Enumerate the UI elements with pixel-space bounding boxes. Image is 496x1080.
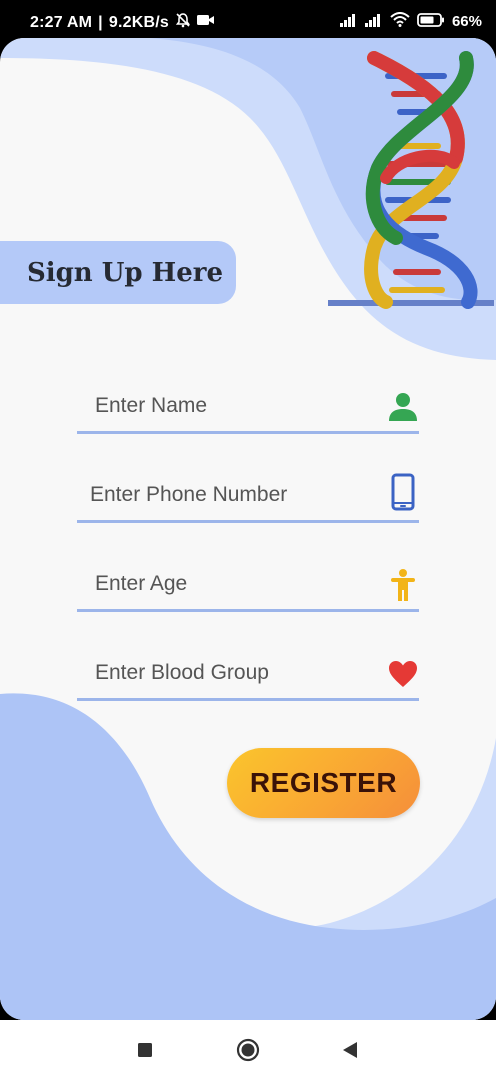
recents-square-icon[interactable]: [132, 1037, 158, 1063]
age-field: [77, 563, 419, 612]
status-left: 2:27 AM | 9.2KB/s: [30, 12, 215, 33]
phone-input[interactable]: [90, 476, 370, 514]
signal-icon: [339, 13, 358, 31]
blood-group-input[interactable]: [95, 654, 375, 692]
phone-icon: [387, 473, 419, 511]
battery-icon: [417, 12, 445, 31]
age-input[interactable]: [95, 565, 375, 603]
wifi-icon: [390, 12, 410, 31]
navigation-bar: [0, 1020, 496, 1080]
phone-field: [77, 473, 419, 523]
name-field: [77, 385, 419, 434]
back-triangle-icon[interactable]: [337, 1037, 363, 1063]
page-title: Sign Up Here: [26, 257, 224, 288]
mute-alarm-icon: [175, 12, 191, 33]
register-button[interactable]: REGISTER: [227, 748, 420, 818]
signal-icon: [364, 13, 383, 31]
app-screen: Sign Up Here REGISTER: [0, 38, 496, 1020]
home-circle-icon[interactable]: [235, 1037, 261, 1063]
status-bar: 2:27 AM | 9.2KB/s 66%: [0, 0, 496, 42]
video-camera-icon: [196, 13, 215, 32]
dna-illustration-icon: [328, 51, 494, 309]
status-right: 66%: [339, 12, 482, 31]
person-icon: [387, 389, 419, 425]
status-time: 2:27 AM: [30, 13, 93, 31]
blood-group-field: [77, 652, 419, 701]
battery-percent: 66%: [451, 13, 482, 30]
child-figure-icon: [387, 567, 419, 603]
status-separator: |: [98, 13, 103, 31]
title-banner: Sign Up Here: [0, 241, 236, 304]
heart-icon: [387, 656, 419, 692]
status-speed: 9.2KB/s: [108, 13, 169, 31]
name-input[interactable]: [95, 387, 375, 425]
